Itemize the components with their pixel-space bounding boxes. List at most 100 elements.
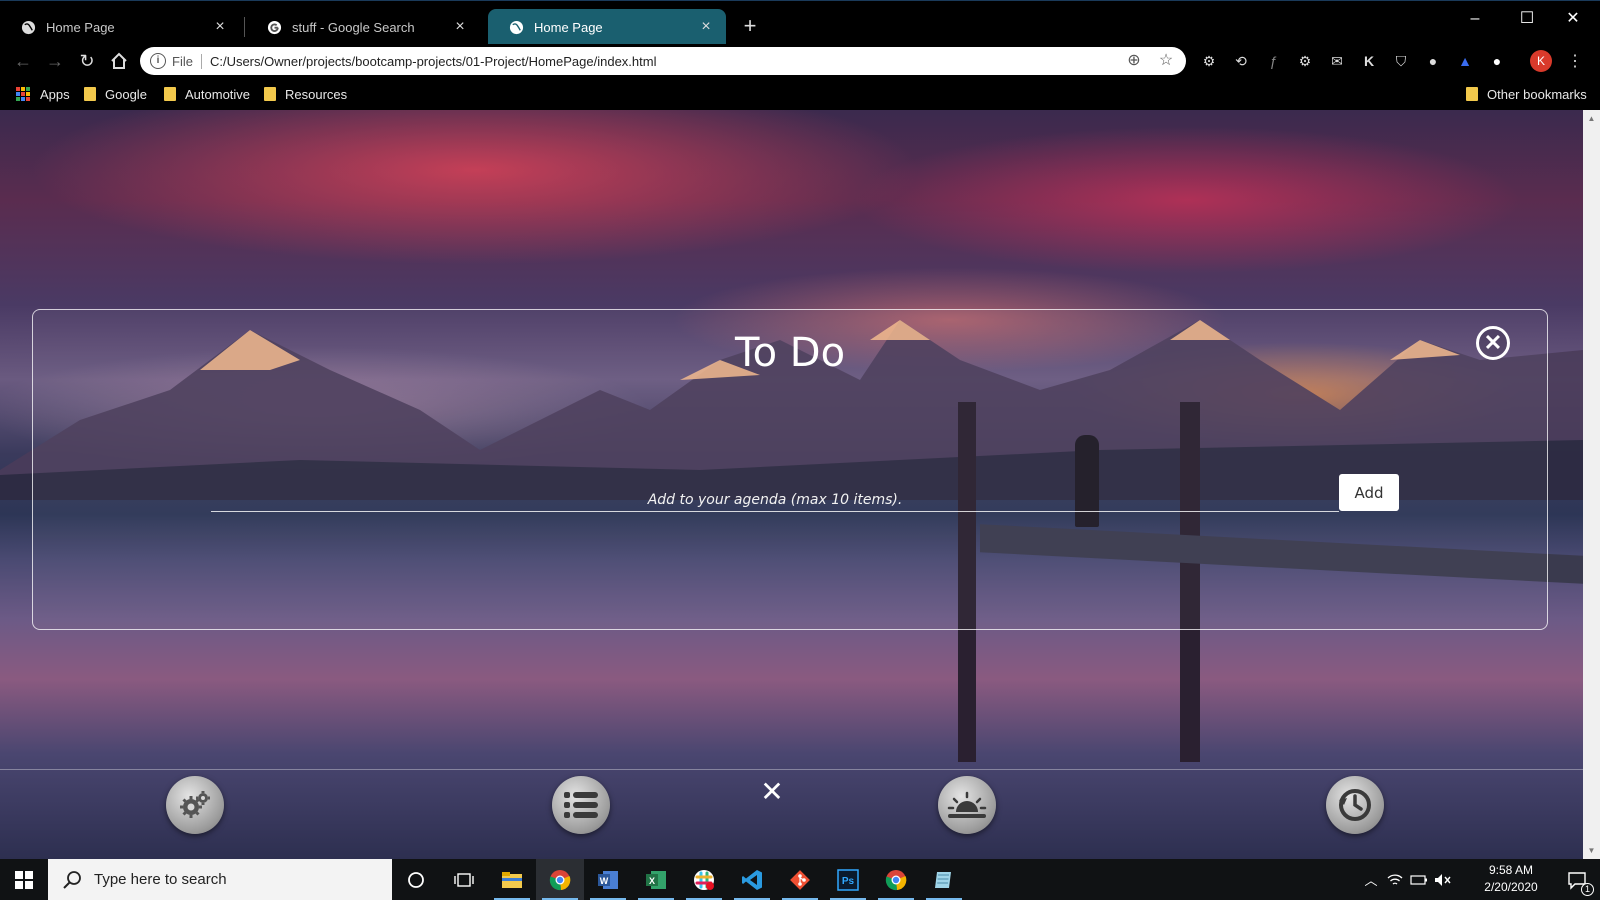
notes-icon[interactable] [920,859,968,900]
settings-gear-icon [180,791,210,818]
taskbar-clock[interactable]: 9:58 AM 2/20/2020 [1475,862,1547,896]
folder-icon [1466,87,1478,101]
bookmark-label: Other bookmarks [1487,86,1587,102]
start-button[interactable] [0,859,48,900]
search-icon [63,870,81,889]
settings-button[interactable] [166,776,224,834]
cortana-icon[interactable] [392,859,440,900]
bookmark-google[interactable]: Google [84,84,147,104]
windows-logo-icon [15,870,33,889]
maximize-button[interactable]: ☐ [1504,5,1550,33]
bookmarks-bar: Apps Google Automotive Resources Other b… [0,78,1600,110]
tab-close-button[interactable]: × [698,19,714,35]
shield-icon[interactable]: ⛉ [1390,50,1412,72]
profile-avatar[interactable]: K [1530,50,1552,72]
bookmark-apps[interactable]: Apps [16,84,70,104]
reload-icon: ↻ [79,51,95,71]
location-target-icon[interactable]: ⊕ [1124,51,1144,71]
address-bar[interactable]: i File C:/Users/Owner/projects/bootcamp-… [140,47,1186,75]
settings-icon[interactable]: ⚙ [1294,50,1316,72]
windows-taskbar: Type here to search W X Ps ︿ 9:58 AM 2/2… [0,859,1600,900]
minimize-button[interactable]: – [1452,5,1498,33]
chrome-icon[interactable] [536,859,584,900]
git-icon[interactable] [776,859,824,900]
home-button[interactable] [106,48,132,74]
tab-close-button[interactable]: × [212,19,228,35]
search-placeholder: Type here to search [94,871,227,888]
tab-label: Home Page [534,19,603,35]
todo-title: To Do [734,330,846,376]
reload-button[interactable]: ↻ [74,48,100,74]
add-button[interactable]: Add [1339,474,1399,511]
word-icon[interactable]: W [584,859,632,900]
todo-modal: To Do ✕ Add [32,309,1548,630]
excel-icon[interactable]: X [632,859,680,900]
bookmark-resources[interactable]: Resources [264,84,347,104]
bookmark-star-icon[interactable]: ☆ [1156,51,1176,71]
file-explorer-icon[interactable] [488,859,536,900]
apps-grid-icon [16,87,30,101]
clock-history-icon [1339,789,1371,821]
history-button[interactable] [1326,776,1384,834]
new-tab-button[interactable]: + [738,15,762,39]
bookmark-other[interactable]: Other bookmarks [1466,84,1587,104]
vscode-icon[interactable] [728,859,776,900]
tab-strip: Home Page × stuff - Google Search × Home… [0,0,1600,45]
tab-home-page-active[interactable]: Home Page × [488,9,726,45]
window-close-button[interactable]: ✕ [1550,5,1596,33]
dock-close-button[interactable]: ✕ [758,778,786,806]
bookmark-label: Google [105,86,147,102]
page-background: To Do ✕ Add ✕ [0,110,1583,859]
task-view-icon[interactable] [440,859,488,900]
folder-icon [264,87,276,101]
weather-button[interactable] [938,776,996,834]
todo-close-button[interactable]: ✕ [1476,326,1510,360]
action-center-button[interactable]: 1 [1554,859,1600,900]
google-icon [266,19,282,35]
sync-icon[interactable]: ⟲ [1230,50,1252,72]
tab-google-search[interactable]: stuff - Google Search × [246,9,480,45]
slack-icon[interactable] [680,859,728,900]
tab-label: stuff - Google Search [292,19,415,35]
tab-home-page-1[interactable]: Home Page × [0,9,240,45]
circle-icon[interactable]: ● [1422,50,1444,72]
info-icon[interactable]: i [150,53,166,69]
photoshop-icon[interactable]: Ps [824,859,872,900]
forward-button[interactable]: → [42,48,68,74]
bookmark-automotive[interactable]: Automotive [164,84,250,104]
address-url[interactable]: C:/Users/Owner/projects/bootcamp-project… [210,54,1112,69]
todo-list-button[interactable] [552,776,610,834]
clock-time: 9:58 AM [1488,863,1534,877]
tab-close-button[interactable]: × [452,19,468,35]
volume-muted-icon[interactable] [1432,859,1454,900]
browser-toolbar: ← → ↻ i File C:/Users/Owner/projects/boo… [0,44,1600,78]
svg-text:X: X [649,876,655,886]
globe-icon [20,19,36,35]
fx-icon[interactable]: ƒ [1262,50,1284,72]
scroll-down-icon[interactable]: ▼ [1583,842,1600,859]
taskbar-search[interactable]: Type here to search [48,859,392,900]
svg-text:W: W [600,876,609,886]
gear-icon[interactable]: ⚙ [1198,50,1220,72]
k-icon[interactable]: K [1358,50,1380,72]
arrow-left-icon: ← [14,51,32,71]
tab-divider [244,17,245,37]
blue-icon[interactable]: ▲ [1454,50,1476,72]
page-scrollbar[interactable]: ▲ ▼ [1583,110,1600,859]
address-scheme: File [172,53,202,69]
list-icon [564,792,598,818]
globe-icon [508,19,524,35]
chrome-icon[interactable] [872,859,920,900]
bottom-dock: ✕ [0,769,1583,859]
white-circle-icon[interactable]: ● [1486,50,1508,72]
folder-icon [84,87,96,101]
show-hidden-icons-icon[interactable]: ︿ [1360,859,1382,900]
svg-text:Ps: Ps [842,876,855,887]
battery-icon[interactable] [1408,859,1430,900]
scroll-up-icon[interactable]: ▲ [1583,110,1600,127]
mail-icon[interactable]: ✉ [1326,50,1348,72]
back-button[interactable]: ← [10,48,36,74]
kebab-menu-icon[interactable]: ⋮ [1564,50,1586,72]
network-icon[interactable] [1384,859,1406,900]
agenda-input[interactable] [211,488,1339,512]
